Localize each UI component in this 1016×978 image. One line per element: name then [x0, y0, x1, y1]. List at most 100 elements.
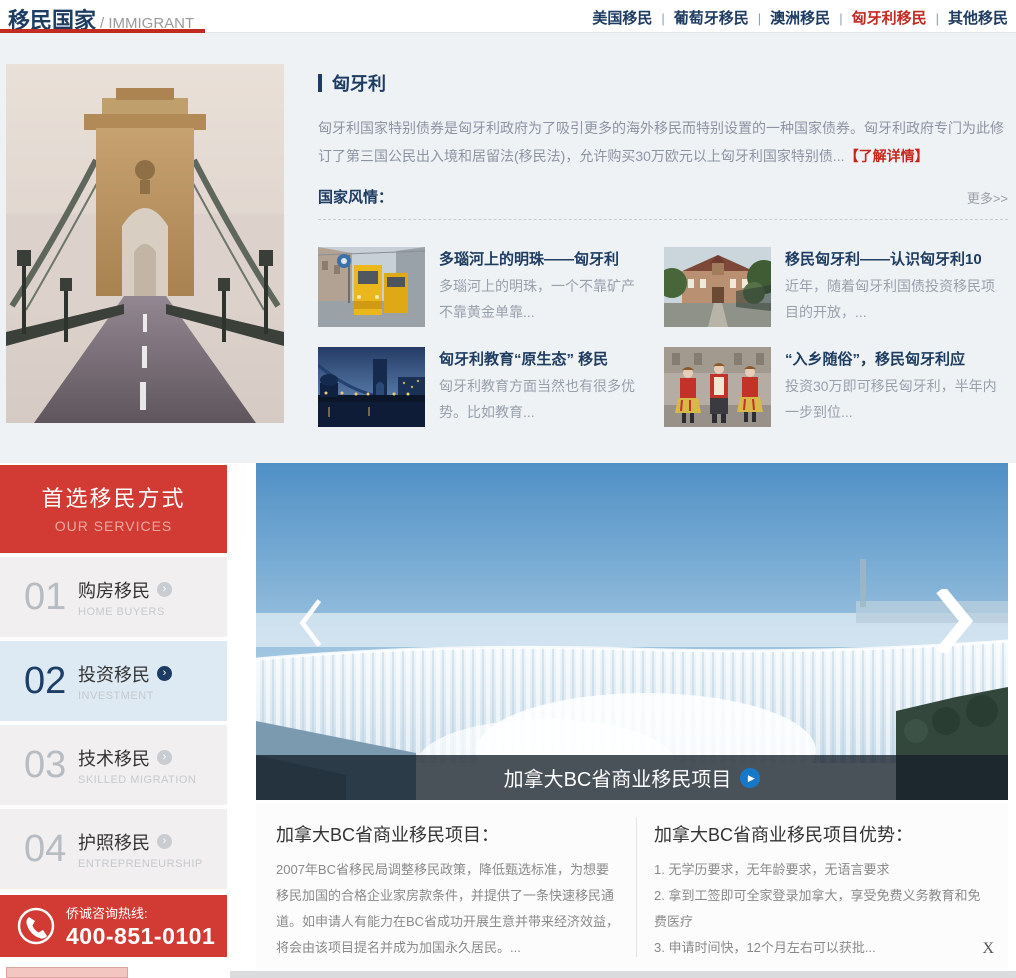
service-label-cn: 购房移民 [78, 577, 150, 603]
country-section: 匈牙利 匈牙利国家特别债券是匈牙利政府为了吸引更多的海外移民而特别设置的一种国家… [318, 60, 1008, 428]
page: 移民国家/ IMMIGRANT 美国移民|葡萄牙移民|澳洲移民|匈牙利移民|其他… [0, 0, 1016, 978]
services-title-en: OUR SERVICES [0, 518, 227, 534]
nav-item-australia[interactable]: 澳洲移民 [770, 10, 830, 27]
nav-item-usa[interactable]: 美国移民 [592, 10, 652, 27]
services-title-cn: 首选移民方式 [0, 481, 227, 513]
service-labels: 投资移民 › INVESTMENT [78, 661, 172, 702]
service-label-cn: 护照移民 [78, 829, 150, 855]
service-item-passport[interactable]: 04 护照移民 › ENTREPRENEURSHIP [0, 809, 227, 889]
customs-label: 国家风情： [318, 186, 393, 207]
detail-link[interactable]: 【了解详情】 [845, 148, 929, 164]
chevron-right-icon: › [157, 582, 172, 597]
news-excerpt: 多瑙河上的明珠，一个不靠矿产不靠黄金单靠... [439, 273, 645, 325]
carousel-caption-link[interactable]: 加拿大BC省商业移民项目 ▶ [256, 755, 1008, 800]
news-title[interactable]: 匈牙利教育“原生态” 移民 [439, 348, 645, 369]
nav-item-portugal[interactable]: 葡萄牙移民 [674, 10, 749, 27]
lower-section: 首选移民方式 OUR SERVICES 01 购房移民 › HOME BUYER… [0, 463, 1016, 978]
nav-separator: | [661, 11, 664, 26]
carousel-next-icon[interactable] [936, 589, 974, 653]
hotline-box: 侨诚咨询热线: 400-851-0101 [0, 895, 227, 957]
news-thumbnail-night-bridge [318, 347, 425, 427]
news-item-university[interactable]: 移民匈牙利——认识匈牙利10 近年，随着匈牙利国债投资移民项目的开放，... [664, 247, 1008, 328]
advantage-item: 1. 无学历要求，无年龄要求，无语言要求 [654, 857, 990, 883]
university-illustration [664, 247, 771, 327]
project-panel: 加拿大BC省商业移民项目： 2007年BC省移民局调整移民政策，降低甄选标准，为… [256, 803, 1008, 970]
title-accent-bar [318, 74, 322, 92]
news-title[interactable]: “入乡随俗”，移民匈牙利应 [785, 348, 1008, 369]
trams-illustration [318, 247, 425, 327]
nav-separator: | [936, 11, 939, 26]
service-labels: 护照移民 › ENTREPRENEURSHIP [78, 829, 203, 870]
news-item-folk-dancers[interactable]: “入乡随俗”，移民匈牙利应 投资30万即可移民匈牙利，半年内一步到位... [664, 347, 1008, 428]
service-labels: 购房移民 › HOME BUYERS [78, 577, 172, 618]
service-number: 03 [24, 744, 78, 787]
carousel-prev-icon[interactable] [296, 596, 324, 650]
carousel: 加拿大BC省商业移民项目 ▶ [256, 463, 1008, 800]
advantages-list: 1. 无学历要求，无年龄要求，无语言要求 2. 拿到工签即可全家登录加拿大，享受… [654, 857, 990, 961]
nav-item-hungary[interactable]: 匈牙利移民 [852, 10, 927, 27]
chain-bridge-illustration [6, 64, 284, 423]
service-number: 02 [24, 660, 78, 703]
project-description-column: 加拿大BC省商业移民项目： 2007年BC省移民局调整移民政策，降低甄选标准，为… [276, 803, 620, 961]
country-title: 匈牙利 [332, 70, 386, 96]
niagara-falls-illustration [256, 463, 1008, 800]
news-item-trams[interactable]: 多瑙河上的明珠——匈牙利 多瑙河上的明珠，一个不靠矿产不靠黄金单靠... [318, 247, 645, 328]
service-number: 04 [24, 828, 78, 871]
news-title[interactable]: 移民匈牙利——认识匈牙利10 [785, 248, 1008, 269]
news-thumbnail-trams [318, 247, 425, 327]
hero-image-chain-bridge [6, 64, 284, 423]
play-icon: ▶ [740, 768, 760, 788]
hotline-texts: 侨诚咨询热线: 400-851-0101 [66, 903, 215, 950]
nav-item-other[interactable]: 其他移民 [948, 10, 1008, 27]
nav-separator: | [758, 11, 761, 26]
service-label-en: SKILLED MIGRATION [78, 774, 196, 786]
night-bridge-illustration [318, 347, 425, 427]
news-excerpt: 匈牙利教育方面当然也有很多优势。比如教育... [439, 373, 645, 425]
chevron-right-icon: › [157, 834, 172, 849]
service-label-en: HOME BUYERS [78, 606, 172, 618]
bottom-strip [230, 971, 1016, 978]
service-label-cn: 投资移民 [78, 661, 150, 687]
column-divider [636, 817, 637, 957]
folk-dancers-illustration [664, 347, 771, 427]
news-excerpt: 投资30万即可移民匈牙利，半年内一步到位... [785, 373, 1008, 425]
hotline-label: 侨诚咨询热线: [66, 903, 215, 922]
service-number: 01 [24, 576, 78, 619]
more-link[interactable]: 更多>> [967, 188, 1008, 207]
service-label-en: INVESTMENT [78, 690, 172, 702]
news-excerpt: 近年，随着匈牙利国债投资移民项目的开放，... [785, 273, 1008, 325]
hotline-number: 400-851-0101 [66, 923, 215, 950]
service-item-investment[interactable]: 02 投资移民 › INVESTMENT [0, 641, 227, 721]
chevron-right-icon: › [157, 666, 172, 681]
news-text: 多瑙河上的明珠——匈牙利 多瑙河上的明珠，一个不靠矿产不靠黄金单靠... [439, 247, 645, 328]
services-sidebar: 首选移民方式 OUR SERVICES 01 购房移民 › HOME BUYER… [0, 463, 227, 978]
carousel-caption: 加拿大BC省商业移民项目 [504, 763, 732, 792]
news-text: “入乡随俗”，移民匈牙利应 投资30万即可移民匈牙利，半年内一步到位... [785, 347, 1008, 428]
service-label-en: ENTREPRENEURSHIP [78, 858, 203, 870]
next-block-partial [6, 967, 128, 978]
news-item-night-bridge[interactable]: 匈牙利教育“原生态” 移民 匈牙利教育方面当然也有很多优势。比如教育... [318, 347, 645, 428]
services-header: 首选移民方式 OUR SERVICES [0, 465, 227, 553]
close-button[interactable]: X [982, 940, 994, 958]
phone-icon [16, 906, 56, 946]
project-advantages-column: 加拿大BC省商业移民项目优势： 1. 无学历要求，无年龄要求，无语言要求 2. … [654, 803, 990, 961]
project-title: 加拿大BC省商业移民项目： [276, 821, 620, 847]
country-title-row: 匈牙利 [318, 70, 1008, 96]
news-thumbnail-folk-dancers [664, 347, 771, 427]
chevron-right-icon: › [157, 750, 172, 765]
nav-separator: | [839, 11, 842, 26]
service-labels: 技术移民 › SKILLED MIGRATION [78, 745, 196, 786]
lower-main: 加拿大BC省商业移民项目 ▶ 加拿大BC省商业移民项目： 2007年BC省移民局… [256, 463, 1008, 800]
service-item-skilled-migration[interactable]: 03 技术移民 › SKILLED MIGRATION [0, 725, 227, 805]
country-intro: 匈牙利国家特别债券是匈牙利政府为了吸引更多的海外移民而特别设置的一种国家债券。匈… [318, 114, 1008, 170]
news-thumbnail-university [664, 247, 771, 327]
service-label-cn: 技术移民 [78, 745, 150, 771]
customs-row: 国家风情： 更多>> [318, 186, 1008, 220]
news-title[interactable]: 多瑙河上的明珠——匈牙利 [439, 248, 645, 269]
title-underline [0, 29, 205, 33]
news-text: 匈牙利教育“原生态” 移民 匈牙利教育方面当然也有很多优势。比如教育... [439, 347, 645, 428]
top-nav: 美国移民 | 葡萄牙移民 | 澳洲移民 | 匈牙利移民 | 其他移民 [592, 7, 1008, 28]
advantage-item: 3. 申请时间快，12个月左右可以获批... [654, 935, 990, 961]
advantages-title: 加拿大BC省商业移民项目优势： [654, 821, 990, 847]
service-item-home-buyers[interactable]: 01 购房移民 › HOME BUYERS [0, 557, 227, 637]
